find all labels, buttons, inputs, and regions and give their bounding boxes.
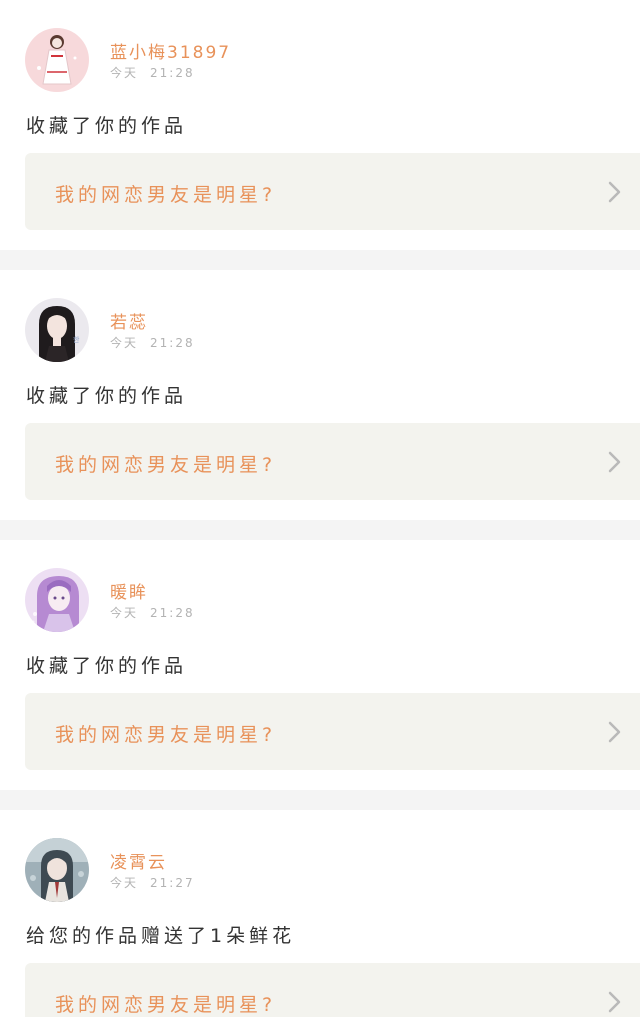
work-link[interactable]: 我的网恋男友是明星? — [25, 423, 640, 500]
activity-text: 收藏了你的作品 — [26, 655, 188, 677]
timestamp-date: 今天 — [110, 606, 139, 620]
work-title: 我的网恋男友是明星? — [55, 724, 277, 746]
notification-card: 暖眸 今天 21:28 收藏了你的作品 我的网恋男友是明星? — [0, 540, 640, 790]
work-title: 我的网恋男友是明星? — [55, 184, 277, 206]
notification-card: 蓝小梅31897 今天 21:28 收藏了你的作品 我的网恋男友是明星? — [0, 0, 640, 250]
timestamp-time: 21:28 — [150, 606, 195, 620]
username[interactable]: 暖眸 — [110, 578, 148, 603]
timestamp-date: 今天 — [110, 336, 139, 350]
notification-card: 한 若蕊 今天 21:28 收藏了你的作品 我的网恋男友是明星? — [0, 270, 640, 520]
notification-feed: 蓝小梅31897 今天 21:28 收藏了你的作品 我的网恋男友是明星? 한 若蕊… — [0, 0, 640, 1017]
timestamp: 今天 21:28 — [110, 64, 195, 81]
chevron-right-icon — [608, 721, 621, 743]
timestamp-time: 21:28 — [150, 336, 195, 350]
svg-text:한: 한 — [73, 336, 80, 344]
timestamp: 今天 21:28 — [110, 334, 195, 351]
timestamp: 今天 21:28 — [110, 604, 195, 621]
username[interactable]: 若蕊 — [110, 308, 148, 333]
user-avatar[interactable] — [25, 28, 89, 92]
timestamp-time: 21:28 — [150, 66, 195, 80]
avatar-girl-long-black-hair-icon: 한 — [25, 298, 89, 362]
work-title: 我的网恋男友是明星? — [55, 454, 277, 476]
avatar-anime-boy-icon — [25, 838, 89, 902]
user-avatar[interactable] — [25, 838, 89, 902]
timestamp-time: 21:27 — [150, 876, 195, 890]
card-separator — [0, 520, 640, 540]
work-link[interactable]: 我的网恋男友是明星? — [25, 153, 640, 230]
chevron-right-icon — [608, 181, 621, 203]
timestamp-date: 今天 — [110, 66, 139, 80]
timestamp: 今天 21:27 — [110, 874, 195, 891]
card-separator — [0, 790, 640, 810]
username[interactable]: 凌霄云 — [110, 848, 167, 873]
username[interactable]: 蓝小梅31897 — [110, 38, 231, 63]
avatar-girl-purple-hair-icon — [25, 568, 89, 632]
notification-card: 凌霄云 今天 21:27 给您的作品赠送了1朵鲜花 我的网恋男友是明星? — [0, 810, 640, 1017]
work-link[interactable]: 我的网恋男友是明星? — [25, 963, 640, 1017]
timestamp-date: 今天 — [110, 876, 139, 890]
avatar-girl-white-dress-icon — [25, 28, 89, 92]
activity-text: 给您的作品赠送了1朵鲜花 — [26, 925, 296, 947]
chevron-right-icon — [608, 991, 621, 1013]
chevron-right-icon — [608, 451, 621, 473]
work-link[interactable]: 我的网恋男友是明星? — [25, 693, 640, 770]
activity-text: 收藏了你的作品 — [26, 115, 188, 137]
user-avatar[interactable]: 한 — [25, 298, 89, 362]
activity-text: 收藏了你的作品 — [26, 385, 188, 407]
user-avatar[interactable] — [25, 568, 89, 632]
card-separator — [0, 250, 640, 270]
work-title: 我的网恋男友是明星? — [55, 994, 277, 1016]
